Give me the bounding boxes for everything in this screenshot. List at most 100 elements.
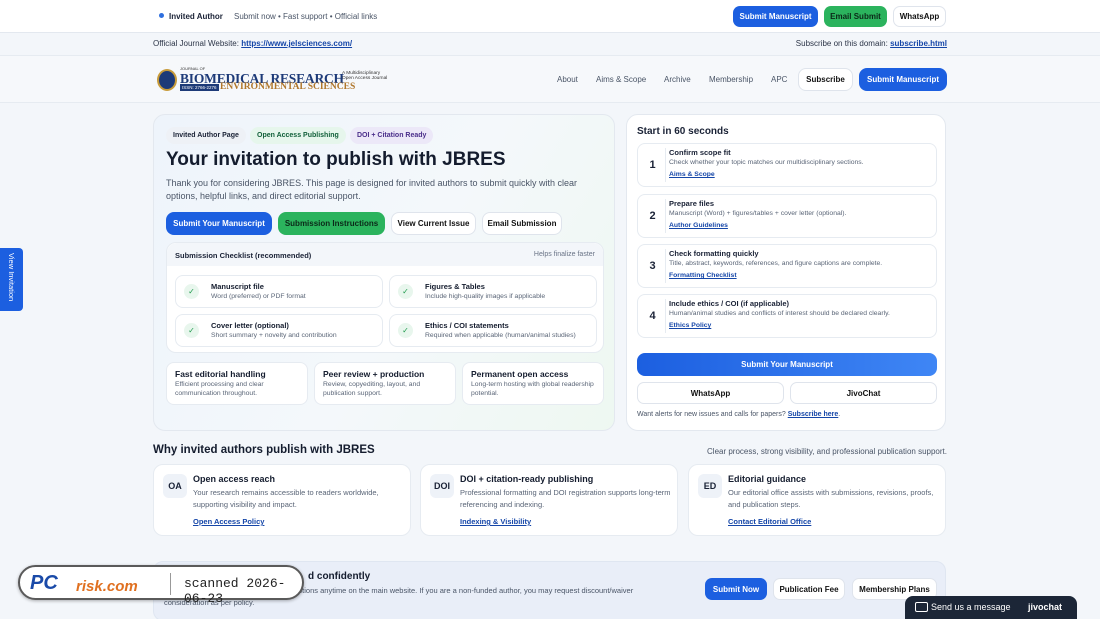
logo-tagline: A Multidisciplinary Open Access Journal (342, 71, 388, 82)
step-number: 1 (640, 148, 666, 182)
author-guidelines-link[interactable]: Author Guidelines (669, 222, 728, 229)
logo-issn: ISSN: 2766-2276 (180, 84, 219, 91)
step-card: 3 Check formatting quickly Title, abstra… (637, 244, 937, 288)
pill-doi-citation: DOI + Citation Ready (350, 127, 434, 144)
invitation-hero: Invited Author Page Open Access Publishi… (153, 114, 615, 431)
why-card-title: Editorial guidance (728, 474, 807, 484)
feature-title: Peer review + production (323, 369, 425, 379)
nav-archive[interactable]: Archive (664, 75, 691, 84)
jivochat-brand: jivochat (1028, 602, 1063, 612)
indexing-visibility-link[interactable]: Indexing & Visibility (460, 517, 531, 526)
official-website-text: Official Journal Website: https://www.je… (153, 39, 352, 48)
feature-title: Permanent open access (471, 369, 569, 379)
step-number: 3 (640, 249, 666, 283)
feature-fast-editorial: Fast editorial handling Efficient proces… (166, 362, 308, 405)
nav-submit-manuscript-button[interactable]: Submit Manuscript (859, 68, 947, 91)
view-current-issue-button[interactable]: View Current Issue (391, 212, 476, 235)
step-title: Prepare files (669, 199, 715, 208)
feature-open-access: Permanent open access Long-term hosting … (462, 362, 604, 405)
watermark-divider (170, 573, 171, 595)
step-number: 4 (640, 299, 666, 333)
main-header: JOURNAL OF BIOMEDICAL RESEARCH ISSN: 276… (0, 55, 1100, 103)
pill-invited-author-page: Invited Author Page (166, 127, 246, 144)
nav-apc[interactable]: APC (771, 75, 787, 84)
jivochat-widget[interactable]: Send us a message jivochat (905, 596, 1077, 619)
checklist-item-desc: Short summary + novelty and contribution (211, 332, 337, 339)
email-submission-button[interactable]: Email Submission (482, 212, 562, 235)
quick-start-title: Start in 60 seconds (637, 126, 729, 137)
pcrisk-logo-pc: PC (30, 572, 58, 594)
top-tagline: Submit now • Fast support • Official lin… (234, 12, 378, 21)
step-title: Confirm scope fit (669, 148, 731, 157)
checklist-item: ✓ Manuscript file Word (preferred) or PD… (175, 275, 383, 308)
step-number: 2 (640, 199, 666, 233)
open-access-policy-link[interactable]: Open Access Policy (193, 517, 264, 526)
subscribe-html-link[interactable]: subscribe.html (890, 39, 947, 48)
aims-scope-link[interactable]: Aims & Scope (669, 171, 715, 178)
checklist-title: Submission Checklist (recommended) (175, 251, 312, 260)
submit-your-manuscript-button[interactable]: Submit Your Manuscript (166, 212, 272, 235)
quick-start-panel: Start in 60 seconds 1 Confirm scope fit … (626, 114, 946, 431)
checklist-item: ✓ Cover letter (optional) Short summary … (175, 314, 383, 347)
feature-desc: Efficient processing and clear communica… (175, 381, 264, 397)
website-label: Official Journal Website: (153, 39, 239, 48)
checklist-item-desc: Include high-quality images if applicabl… (425, 293, 546, 300)
alerts-question: Want alerts for new issues and calls for… (637, 411, 786, 418)
cta-title: d confidently (308, 571, 371, 582)
why-subtitle: Clear process, strong visibility, and pr… (707, 447, 947, 456)
doi-icon: DOI (430, 474, 454, 498)
subscribe-label: Subscribe on this domain: (795, 39, 888, 48)
journal-seal-icon (157, 69, 177, 91)
official-website-link[interactable]: https://www.jelsciences.com/ (241, 39, 352, 48)
ethics-policy-link[interactable]: Ethics Policy (669, 322, 711, 329)
contact-editorial-office-link[interactable]: Contact Editorial Office (728, 517, 811, 526)
check-icon: ✓ (398, 323, 413, 338)
feature-desc: Review, copyediting, layout, and publica… (323, 381, 421, 397)
view-invitation-tab[interactable]: View Invitation (0, 248, 23, 311)
subscribe-here-link[interactable]: Subscribe here (788, 411, 839, 418)
oa-icon: OA (163, 474, 187, 498)
checklist-item: ✓ Figures & Tables Include high-quality … (389, 275, 597, 308)
invited-author-label: Invited Author (169, 12, 223, 21)
step-desc: Manuscript (Word) + figures/tables + cov… (669, 210, 847, 217)
step-title: Include ethics / COI (if applicable) (669, 299, 790, 308)
submit-now-button[interactable]: Submit Now (705, 578, 767, 600)
checklist-item-title: Manuscript file (211, 282, 264, 291)
feature-desc: Long-term hosting with global readership… (471, 381, 594, 397)
subscribe-domain-text: Subscribe on this domain: subscribe.html (796, 39, 947, 48)
nav-membership[interactable]: Membership (709, 75, 753, 84)
panel-whatsapp-button[interactable]: WhatsApp (637, 382, 784, 404)
why-title: Why invited authors publish with JBRES (153, 444, 375, 456)
checklist-item-title: Figures & Tables (425, 282, 485, 291)
why-card-open-access: OA Open access reach Your research remai… (153, 464, 411, 536)
top-whatsapp-button[interactable]: WhatsApp (893, 6, 946, 27)
why-card-desc: Our editorial office assists with submis… (728, 488, 934, 509)
top-email-submit-button[interactable]: Email Submit (824, 6, 887, 27)
top-bar: Invited Author Submit now • Fast support… (0, 0, 1100, 33)
check-icon: ✓ (184, 284, 199, 299)
nav-subscribe-button[interactable]: Subscribe (798, 68, 853, 91)
why-card-editorial: ED Editorial guidance Our editorial offi… (688, 464, 946, 536)
hero-lead: Thank you for considering JBRES. This pa… (166, 178, 578, 201)
why-card-title: Open access reach (193, 474, 276, 484)
nav-aims-scope[interactable]: Aims & Scope (596, 75, 646, 84)
nav-about[interactable]: About (557, 75, 578, 84)
journal-logo[interactable]: JOURNAL OF BIOMEDICAL RESEARCH ISSN: 276… (157, 66, 389, 94)
step-desc: Title, abstract, keywords, references, a… (669, 260, 883, 267)
why-card-desc: Professional formatting and DOI registra… (460, 488, 671, 509)
scanned-date: scanned 2026-06-23 (184, 576, 286, 606)
chat-send-label: Send us a message (931, 602, 1011, 612)
submission-instructions-button[interactable]: Submission Instructions (278, 212, 385, 235)
step-card: 2 Prepare files Manuscript (Word) + figu… (637, 194, 937, 238)
alerts-text: Want alerts for new issues and calls for… (637, 411, 840, 418)
formatting-checklist-link[interactable]: Formatting Checklist (669, 272, 737, 279)
feature-peer-review: Peer review + production Review, copyedi… (314, 362, 456, 405)
view-invitation-label: View Invitation (7, 253, 16, 302)
envelope-icon (915, 602, 928, 612)
publication-fee-button[interactable]: Publication Fee (773, 578, 845, 600)
why-card-desc: Your research remains accessible to read… (193, 488, 379, 509)
top-submit-manuscript-button[interactable]: Submit Manuscript (733, 6, 818, 27)
panel-jivochat-button[interactable]: JivoChat (790, 382, 937, 404)
page-title: Your invitation to publish with JBRES (166, 149, 506, 170)
panel-submit-manuscript-button[interactable]: Submit Your Manuscript (637, 353, 937, 376)
